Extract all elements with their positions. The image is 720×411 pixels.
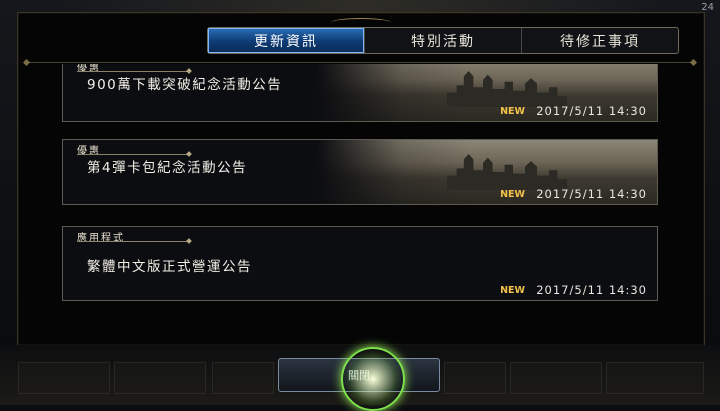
news-date: 2017/5/11 14:30 [536, 283, 647, 297]
news-item[interactable]: 優惠 第4彈卡包紀念活動公告 NEW 2017/5/11 14:30 [62, 139, 658, 205]
news-date: 2017/5/11 14:30 [536, 187, 647, 201]
new-badge: NEW [500, 189, 525, 200]
news-tabs: 更新資訊 特別活動 待修正事項 [207, 27, 679, 54]
tap-effect-icon [341, 347, 405, 411]
tab-events[interactable]: 特別活動 [365, 28, 522, 53]
nav-button-6[interactable] [606, 362, 704, 394]
nav-button-2[interactable] [114, 362, 206, 394]
nav-button-5[interactable] [510, 362, 602, 394]
header-divider [27, 62, 693, 63]
nav-button-4[interactable] [444, 362, 506, 394]
castle-art [447, 154, 567, 190]
category-underline [77, 154, 189, 155]
new-badge: NEW [500, 106, 525, 117]
category-underline [77, 241, 189, 242]
nav-button-3[interactable] [212, 362, 274, 394]
news-title: 繁體中文版正式營運公告 [87, 259, 252, 275]
panel-ornament [331, 18, 391, 27]
tab-known-issues[interactable]: 待修正事項 [522, 28, 678, 53]
new-badge: NEW [500, 285, 525, 296]
news-item[interactable]: 優惠 900萬下載突破紀念活動公告 NEW 2017/5/11 14:30 [62, 64, 658, 122]
news-item[interactable]: 應用程式 繁體中文版正式營運公告 NEW 2017/5/11 14:30 [62, 226, 658, 301]
news-date: 2017/5/11 14:30 [536, 104, 647, 118]
news-title: 900萬下載突破紀念活動公告 [87, 77, 283, 93]
nav-button-1[interactable] [18, 362, 110, 394]
news-list[interactable]: 優惠 900萬下載突破紀念活動公告 NEW 2017/5/11 14:30 優惠… [62, 64, 658, 304]
castle-art [447, 71, 567, 107]
news-title: 第4彈卡包紀念活動公告 [87, 160, 248, 176]
tab-updates[interactable]: 更新資訊 [208, 28, 365, 53]
category-underline [77, 71, 189, 72]
